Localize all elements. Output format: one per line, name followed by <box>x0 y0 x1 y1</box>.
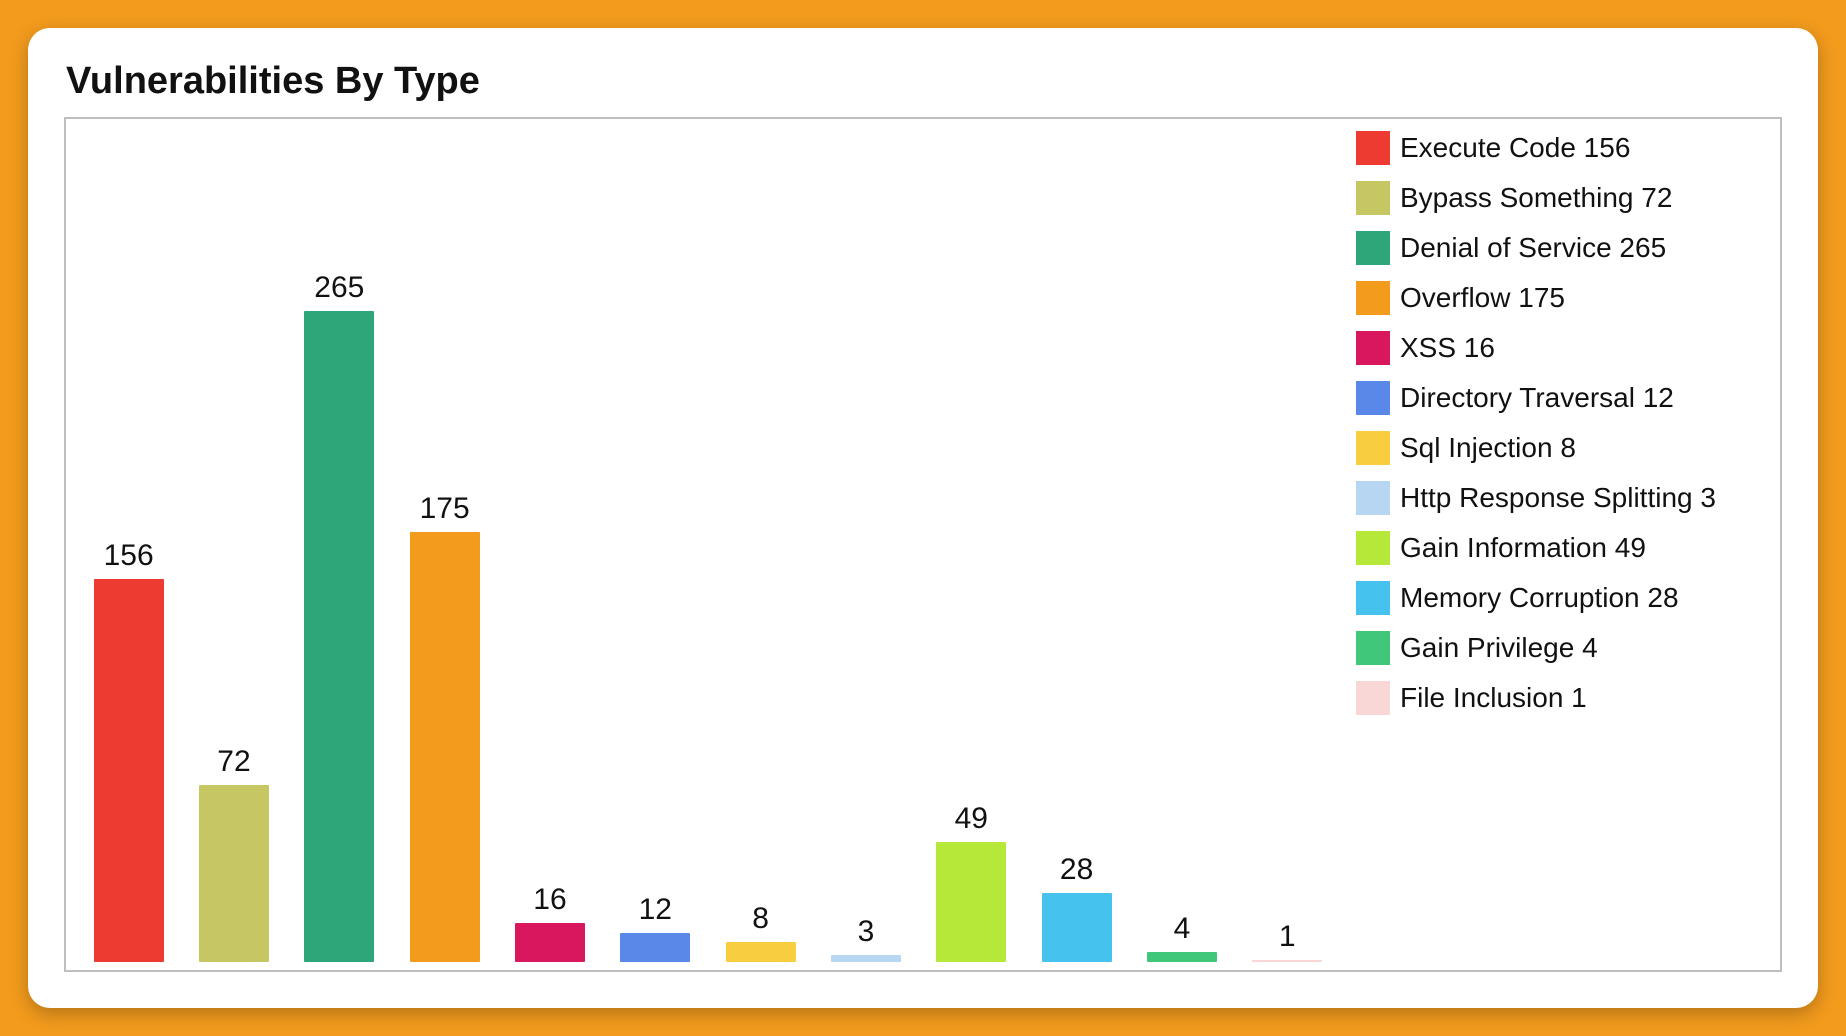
legend-label: Denial of Service 265 <box>1400 232 1666 264</box>
legend-label: Http Response Splitting 3 <box>1400 482 1716 514</box>
bar-slot: 8 <box>714 127 807 962</box>
bar-rect <box>94 579 164 962</box>
bar-slot: 49 <box>925 127 1018 962</box>
legend-label: Memory Corruption 28 <box>1400 582 1679 614</box>
bar-value-label: 28 <box>1060 853 1093 887</box>
bar-slot: 28 <box>1030 127 1123 962</box>
chart-card: Vulnerabilities By Type 1567226517516128… <box>28 28 1818 1008</box>
bar-value-label: 4 <box>1174 912 1191 946</box>
legend-label: Gain Privilege 4 <box>1400 632 1598 664</box>
legend: Execute Code 156 Bypass Something 72 Denia… <box>1338 127 1768 968</box>
bar-rect <box>199 785 269 962</box>
bar-slot: 1 <box>1241 127 1334 962</box>
bar-rect <box>726 942 796 962</box>
bar-slot: 265 <box>293 127 386 962</box>
legend-swatch <box>1356 481 1390 515</box>
bar-slot: 72 <box>187 127 280 962</box>
legend-label: Execute Code 156 <box>1400 132 1630 164</box>
legend-item: Http Response Splitting 3 <box>1356 481 1764 515</box>
legend-item: Gain Information 49 <box>1356 531 1764 565</box>
legend-label: File Inclusion 1 <box>1400 682 1587 714</box>
bar-rect <box>410 532 480 962</box>
legend-label: XSS 16 <box>1400 332 1495 364</box>
bar-slot: 175 <box>398 127 491 962</box>
bar-rect <box>515 923 585 962</box>
legend-swatch <box>1356 131 1390 165</box>
legend-label: Gain Information 49 <box>1400 532 1646 564</box>
bar-rect <box>831 955 901 962</box>
stage: Vulnerabilities By Type 1567226517516128… <box>0 0 1846 1036</box>
bar-slot: 3 <box>819 127 912 962</box>
legend-swatch <box>1356 531 1390 565</box>
bar-value-label: 265 <box>314 271 364 305</box>
legend-item: Sql Injection 8 <box>1356 431 1764 465</box>
legend-swatch <box>1356 231 1390 265</box>
bar-value-label: 12 <box>639 893 672 927</box>
bar-value-label: 175 <box>420 492 470 526</box>
legend-item: Denial of Service 265 <box>1356 231 1764 265</box>
legend-item: Gain Privilege 4 <box>1356 631 1764 665</box>
legend-swatch <box>1356 181 1390 215</box>
bar-rect <box>1042 893 1112 962</box>
bar-value-label: 1 <box>1279 920 1296 954</box>
legend-label: Directory Traversal 12 <box>1400 382 1674 414</box>
bar-value-label: 3 <box>858 915 875 949</box>
legend-item: Bypass Something 72 <box>1356 181 1764 215</box>
bar-rect <box>1147 952 1217 962</box>
bar-rect <box>304 311 374 962</box>
bar-value-label: 16 <box>533 883 566 917</box>
bar-slot: 4 <box>1135 127 1228 962</box>
legend-item: File Inclusion 1 <box>1356 681 1764 715</box>
legend-swatch <box>1356 681 1390 715</box>
legend-swatch <box>1356 381 1390 415</box>
bar-rect <box>936 842 1006 962</box>
legend-swatch <box>1356 431 1390 465</box>
chart-frame: 156 72 265 175 16 12 8 3 49 28 4 1 Execute Code 156… <box>64 117 1782 972</box>
legend-item: Directory Traversal 12 <box>1356 381 1764 415</box>
plot-area: 156 72 265 175 16 12 8 3 49 28 4 1 <box>78 127 1338 968</box>
bar-rect <box>620 933 690 962</box>
legend-item: Execute Code 156 <box>1356 131 1764 165</box>
chart-title: Vulnerabilities By Type <box>66 60 1782 103</box>
bar-value-label: 72 <box>217 745 250 779</box>
bar-value-label: 156 <box>104 539 154 573</box>
legend-item: Overflow 175 <box>1356 281 1764 315</box>
legend-swatch <box>1356 281 1390 315</box>
legend-swatch <box>1356 331 1390 365</box>
bar-value-label: 49 <box>955 802 988 836</box>
legend-swatch <box>1356 581 1390 615</box>
bar-slot: 16 <box>503 127 596 962</box>
bar-value-label: 8 <box>752 902 769 936</box>
bar-rect <box>1252 960 1322 962</box>
legend-label: Bypass Something 72 <box>1400 182 1672 214</box>
legend-label: Sql Injection 8 <box>1400 432 1576 464</box>
legend-item: XSS 16 <box>1356 331 1764 365</box>
bar-slot: 156 <box>82 127 175 962</box>
legend-label: Overflow 175 <box>1400 282 1565 314</box>
legend-item: Memory Corruption 28 <box>1356 581 1764 615</box>
legend-swatch <box>1356 631 1390 665</box>
bar-slot: 12 <box>609 127 702 962</box>
